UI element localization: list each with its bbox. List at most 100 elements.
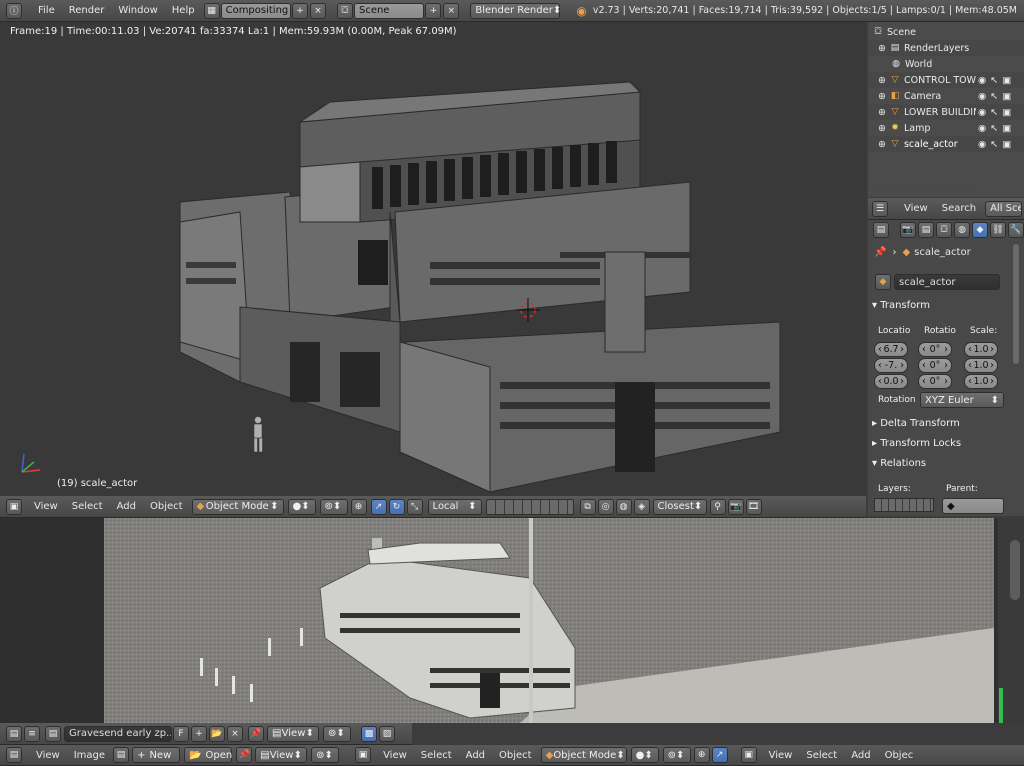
world-tab-icon[interactable]: ◍	[954, 222, 970, 238]
bottom-menu-object[interactable]: Object	[492, 750, 539, 761]
channel-display-icon[interactable]: ▨	[379, 725, 395, 742]
render-camera-icon[interactable]: ▣	[1002, 123, 1011, 134]
pin-icon[interactable]: 📌	[874, 247, 886, 258]
outliner-filter-dropdown[interactable]: All Scenes	[985, 200, 1022, 217]
viewport-menu-view[interactable]: View	[27, 501, 65, 512]
menu-toggle-icon[interactable]: ≡	[24, 725, 40, 742]
3d-viewport[interactable]: Frame:19 | Time:00:11.03 | Ve:20741 fa:3…	[0, 22, 866, 496]
manipulator-toggle-icon[interactable]: ⊕	[350, 498, 367, 515]
orientation-dropdown[interactable]: Local ⬍	[427, 498, 482, 515]
modifiers-tab-icon[interactable]: 🔧	[1008, 222, 1024, 238]
bottom-pivot-dropdown[interactable]: ⊚⬍	[311, 747, 340, 763]
rotate-icon[interactable]: ↻	[388, 498, 405, 515]
relations-panel[interactable]: ▾ Relations	[872, 458, 926, 469]
bottom-menu-add[interactable]: Add	[459, 750, 492, 761]
pin-image-icon[interactable]: 📌	[236, 747, 253, 763]
bottom-menu-view[interactable]: View	[376, 750, 414, 761]
menu-file[interactable]: File	[31, 5, 62, 16]
snap-toggle-icon[interactable]: ◍	[615, 498, 632, 515]
snap-element-icon[interactable]: ◈	[633, 498, 650, 515]
image-browse-icon[interactable]: ▤	[113, 747, 130, 763]
constraints-tab-icon[interactable]: ⛓	[990, 222, 1006, 238]
rotation-mode-dropdown[interactable]: XYZ Euler ⬍	[920, 392, 1004, 408]
visibility-eye-icon[interactable]: ◉	[978, 107, 986, 118]
alpha-display-icon[interactable]: ▩	[361, 725, 377, 742]
render-camera-icon[interactable]: ▣	[1002, 107, 1011, 118]
outliner-row-lamp[interactable]: ⊕ ✹ Lamp ◉ ↖ ▣	[868, 120, 1011, 136]
bottom-shading-dropdown[interactable]: ●⬍	[630, 747, 659, 763]
render-layers-tab-icon[interactable]: ▤	[918, 222, 934, 238]
expand-icon[interactable]: ⊕	[878, 75, 886, 86]
transform-panel-header[interactable]: ▾ Transform	[872, 300, 930, 311]
expand-icon[interactable]: ⊕	[878, 139, 886, 150]
menu-window[interactable]: Window	[111, 5, 164, 16]
info-editor-icon[interactable]: ⓘ	[6, 2, 22, 19]
object-layers-grid[interactable]	[874, 498, 934, 512]
outliner-row-renderlayers[interactable]: ⊕ ▤ RenderLayers	[868, 40, 1024, 56]
fake-user-button[interactable]: F	[173, 725, 189, 742]
mode-dropdown[interactable]: ◆ Object Mode ⬍	[191, 498, 284, 515]
snap-align-icon[interactable]: ⚲	[709, 498, 726, 515]
outliner-horizontal-scrollbar[interactable]	[872, 182, 972, 190]
translate-icon[interactable]: ↗	[370, 498, 387, 515]
select-cursor-icon[interactable]: ↖	[990, 139, 998, 150]
editor-type-3d-icon[interactable]: ▣	[740, 747, 757, 763]
right-menu-object[interactable]: Objec	[878, 750, 914, 761]
pivot-dropdown[interactable]: ⊚⬍	[319, 498, 348, 515]
outliner-row-scene[interactable]: ⛋ Scene	[872, 24, 916, 40]
image-menu-view[interactable]: View	[29, 750, 67, 761]
select-cursor-icon[interactable]: ↖	[990, 107, 998, 118]
delta-transform-panel[interactable]: ▸ Delta Transform	[872, 418, 960, 429]
location-z-field[interactable]: ‹ 0.0 ›	[874, 374, 908, 389]
rotation-x-field[interactable]: ‹ 0° ›	[918, 342, 952, 357]
remove-scene-icon[interactable]: ×	[443, 2, 460, 19]
screen-layout-field[interactable]: Compositing	[220, 2, 291, 19]
bottom-pivot-3d-dropdown[interactable]: ⊚⬍	[662, 747, 691, 763]
image-editor[interactable]	[0, 518, 1024, 723]
properties-scrollbar[interactable]	[1013, 244, 1019, 364]
render-camera-icon[interactable]: ▣	[1002, 91, 1011, 102]
outliner-menu-search[interactable]: Search	[935, 203, 983, 214]
render-still-icon[interactable]: 📷	[727, 498, 744, 515]
viewport-menu-add[interactable]: Add	[110, 501, 143, 512]
render-camera-icon[interactable]: ▣	[1002, 139, 1011, 150]
remove-screen-icon[interactable]: ×	[309, 2, 326, 19]
outliner-row-lower-building[interactable]: ⊕ ▽ LOWER BUILDING ◉ ↖ ▣	[868, 104, 1024, 120]
render-engine-dropdown[interactable]: Blender Render ⬍	[470, 2, 561, 19]
new-image-button[interactable]: + New	[132, 747, 181, 763]
render-tab-icon[interactable]: 📷	[900, 222, 916, 238]
bottom-mode-dropdown[interactable]: ◆ Object Mode ⬍	[540, 747, 627, 763]
editor-type-properties-icon[interactable]: ▤	[873, 222, 889, 238]
add-scene-icon[interactable]: +	[425, 2, 442, 19]
scale-y-field[interactable]: ‹ 1.0 ›	[964, 358, 998, 373]
viewport-menu-object[interactable]: Object	[143, 501, 190, 512]
transform-locks-panel[interactable]: ▸ Transform Locks	[872, 438, 961, 449]
expand-icon[interactable]: ⊕	[878, 43, 886, 54]
object-name-field[interactable]: scale_actor	[894, 274, 1000, 290]
manipulator-toggle-icon[interactable]: ⊕	[693, 747, 710, 763]
open-image-button[interactable]: 📂 Open	[184, 747, 232, 763]
image-editor-scrollbar[interactable]	[1010, 540, 1020, 600]
unlink-icon[interactable]: ×	[227, 725, 243, 742]
select-cursor-icon[interactable]: ↖	[990, 91, 998, 102]
expand-icon[interactable]: ⊕	[878, 91, 886, 102]
menu-help[interactable]: Help	[165, 5, 202, 16]
visibility-eye-icon[interactable]: ◉	[978, 139, 986, 150]
scale-icon[interactable]: ⤡	[406, 498, 423, 515]
scale-x-field[interactable]: ‹ 1.0 ›	[964, 342, 998, 357]
scene-tab-icon[interactable]: ⛋	[936, 222, 952, 238]
new-image-icon[interactable]: +	[191, 725, 207, 742]
outliner-row-control-tower[interactable]: ⊕ ▽ CONTROL TOWER ◉ ↖ ▣	[868, 72, 1024, 88]
select-cursor-icon[interactable]: ↖	[990, 123, 998, 134]
editor-type-image-icon[interactable]: ▤	[6, 747, 22, 763]
scene-icon[interactable]: ⛋	[336, 2, 353, 19]
translate-icon[interactable]: ↗	[711, 747, 728, 763]
rotation-y-field[interactable]: ‹ 0° ›	[918, 358, 952, 373]
image-name-field[interactable]: Gravesend early zp...	[64, 725, 172, 742]
proportional-edit-icon[interactable]: ◎	[597, 498, 614, 515]
expand-icon[interactable]: ⊕	[878, 107, 886, 118]
render-camera-icon[interactable]: ▣	[1002, 75, 1011, 86]
outliner-menu-view[interactable]: View	[897, 203, 935, 214]
menu-render[interactable]: Render	[62, 5, 112, 16]
editor-type-3d-icon[interactable]: ▣	[6, 498, 22, 515]
